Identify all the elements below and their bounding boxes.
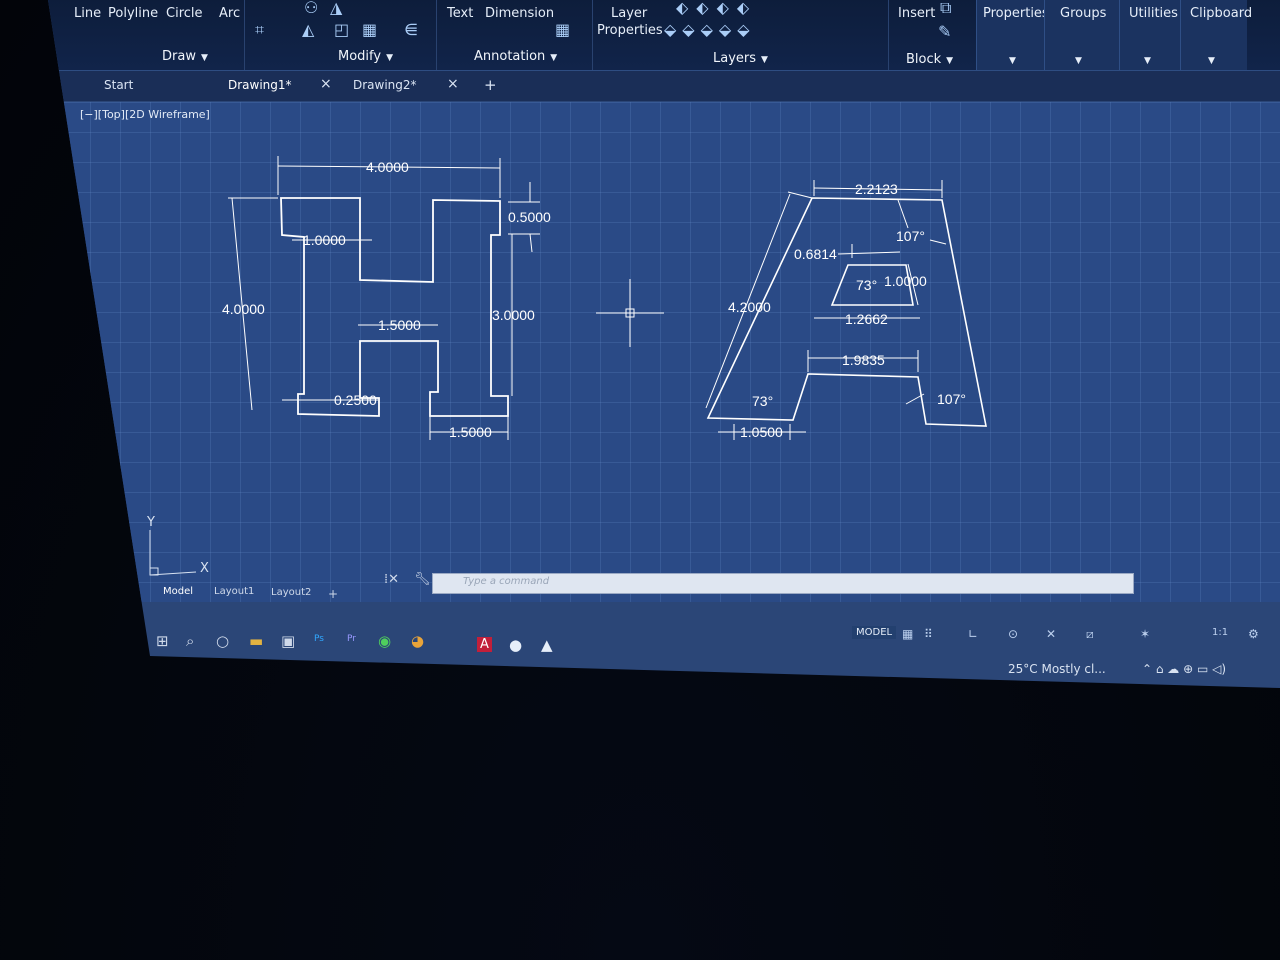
dim-h-bar-len: 1.5000: [378, 317, 421, 333]
dim-a-angle-inner: 73°: [856, 277, 877, 293]
dim-a-angle-bl: 73°: [752, 393, 773, 409]
dim-a-foot: 1.0500: [740, 424, 783, 440]
autocad-icon[interactable]: A: [477, 637, 492, 652]
monitor-screen: Line Polyline Circle Arc Draw ▼ ⌗ ◭ ◰ ▦ ⋹…: [48, 0, 1280, 688]
add-layout-button[interactable]: +: [328, 587, 338, 601]
photoshop-icon[interactable]: Ps: [314, 634, 324, 644]
weather-tray[interactable]: 25°C Mostly cl...: [1008, 662, 1106, 676]
dim-h-foot: 0.2500: [334, 392, 377, 408]
dim-h-bottom: 1.5000: [449, 424, 492, 440]
tab-layout1[interactable]: Layout1: [214, 586, 254, 597]
dim-h-height: 4.0000: [222, 301, 265, 317]
ucs-y-label: Y: [146, 515, 155, 530]
dim-a-side: 4.2000: [728, 299, 771, 315]
windows-start-icon[interactable]: ⊞: [156, 632, 169, 650]
whatsapp-icon[interactable]: ◉: [378, 632, 391, 650]
command-line-placeholder: Type a command: [463, 576, 550, 587]
dim-h-stem: 1.0000: [303, 232, 346, 248]
vlc-icon[interactable]: ▲: [541, 636, 553, 654]
dim-a-side-small: 0.6814: [794, 246, 837, 262]
task-view-icon[interactable]: ○: [216, 632, 229, 650]
app-icon[interactable]: ●: [509, 636, 522, 654]
premiere-icon[interactable]: Pr: [347, 634, 356, 644]
tab-layout2[interactable]: Layout2: [271, 587, 311, 598]
dim-a-inner-height: 1.0000: [884, 273, 927, 289]
file-explorer-icon[interactable]: ▬: [249, 632, 263, 650]
command-line-input[interactable]: Type a command: [432, 573, 1134, 594]
dim-a-cross: 1.9835: [842, 352, 885, 368]
dim-h-width: 4.0000: [366, 159, 409, 175]
system-tray-icons[interactable]: ⌃ ⌂ ☁ ⊕ ▭ ◁): [1142, 662, 1226, 676]
store-icon[interactable]: ▣: [281, 632, 295, 650]
search-icon[interactable]: ⌕: [186, 632, 194, 650]
dim-a-angle-top: 107°: [896, 228, 925, 244]
close-icon[interactable]: ⁞✕: [384, 572, 399, 587]
dimension-labels: 4.0000 0.5000 1.0000 4.0000 1.5000 3.000…: [146, 159, 966, 576]
dim-a-inner-width: 1.2662: [845, 311, 888, 327]
ucs-x-label: X: [200, 561, 209, 576]
dim-h-top-gap: 0.5000: [508, 209, 551, 225]
dim-a-top: 2.2123: [855, 181, 898, 197]
wrench-icon[interactable]: 🔧︎: [414, 572, 431, 587]
chrome-icon[interactable]: ◕: [411, 632, 424, 650]
tab-model[interactable]: Model: [163, 586, 193, 597]
dim-a-angle-br: 107°: [937, 391, 966, 407]
dim-h-inner: 3.0000: [492, 307, 535, 323]
